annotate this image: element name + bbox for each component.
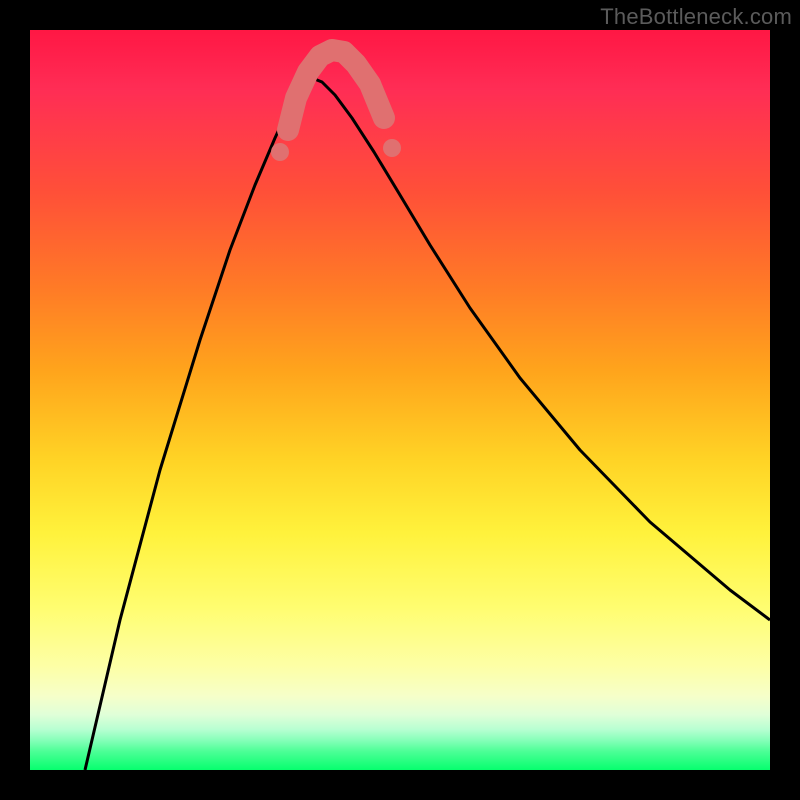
plot-area: [30, 30, 770, 770]
series-container: [85, 50, 770, 770]
marker-dot: [271, 143, 289, 161]
marker-band: [288, 50, 384, 130]
watermark-text: TheBottleneck.com: [600, 4, 792, 30]
bottleneck-curve: [85, 78, 770, 770]
marker-dot: [383, 139, 401, 157]
chart-frame: TheBottleneck.com: [0, 0, 800, 800]
chart-svg: [30, 30, 770, 770]
markers-container: [271, 139, 401, 161]
